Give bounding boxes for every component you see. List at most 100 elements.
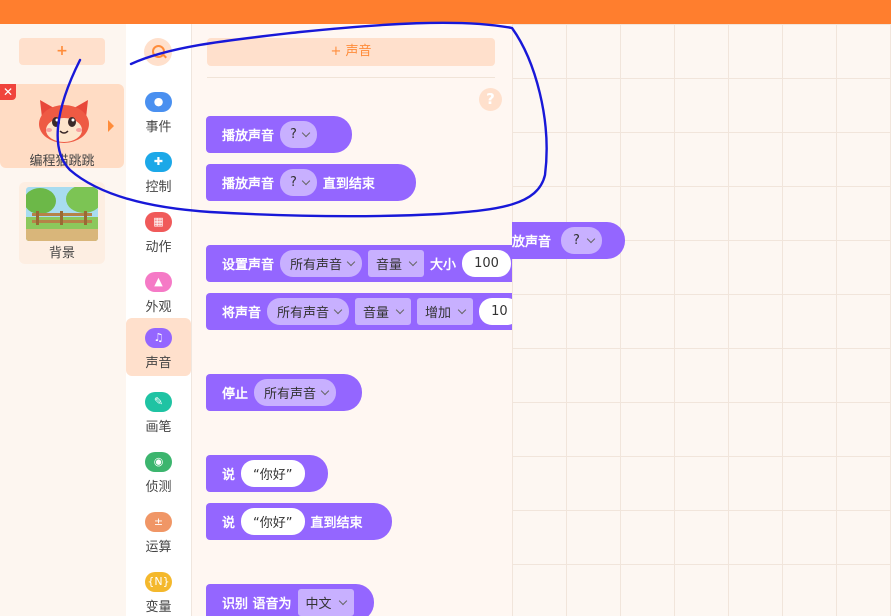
chevron-down-icon <box>457 305 467 315</box>
sound-property-select[interactable]: 音量 <box>368 250 425 277</box>
pen-icon: ✎ <box>145 392 172 412</box>
block-suffix: 直到结束 <box>310 516 363 531</box>
category-control[interactable]: ✚ 控制 <box>126 142 191 200</box>
chevron-down-icon <box>408 257 418 267</box>
category-label: 侦测 <box>145 480 172 495</box>
select-value: 音量 <box>363 306 390 321</box>
block-suffix: 直到结束 <box>322 177 375 192</box>
category-label: 运算 <box>145 540 172 555</box>
sensing-icon: ◉ <box>145 452 172 472</box>
block-label: 将声音 <box>222 306 262 321</box>
category-label: 画笔 <box>145 420 172 435</box>
background-card[interactable]: 背景 <box>19 182 105 264</box>
block-label: 播放声音 <box>222 129 275 144</box>
block-label: 说 <box>222 516 236 531</box>
block-label: 播放声音 <box>222 177 275 192</box>
operation-select[interactable]: 增加 <box>417 298 474 325</box>
select-value: ? <box>573 233 580 248</box>
search-icon[interactable] <box>144 38 172 66</box>
operators-icon: ± <box>145 512 172 532</box>
sound-select[interactable]: ? <box>280 121 317 148</box>
category-label: 控制 <box>145 180 172 195</box>
category-label: 事件 <box>145 120 172 135</box>
chevron-down-icon <box>301 176 311 186</box>
block-label: 放声音 <box>512 235 552 250</box>
block-label: 设置声音 <box>222 258 275 273</box>
block-label: 说 <box>222 468 236 483</box>
motion-icon: ▦ <box>145 212 172 232</box>
category-pen[interactable]: ✎ 画笔 <box>126 382 191 440</box>
looks-icon: ▲ <box>145 272 172 292</box>
select-value: 音量 <box>376 258 403 273</box>
say-until-done-block[interactable]: 说 “你好” 直到结束 <box>206 503 392 540</box>
size-input[interactable]: 100 <box>462 250 511 277</box>
cat-sprite-thumbnail <box>39 100 89 143</box>
chevron-down-icon <box>395 305 405 315</box>
sprite-card[interactable]: ✕ 编程猫跳跳 <box>0 84 124 169</box>
sound-icon: ♫ <box>145 328 172 348</box>
control-icon: ✚ <box>145 152 172 172</box>
palette-divider <box>207 77 495 78</box>
category-looks[interactable]: ▲ 外观 <box>126 262 191 320</box>
select-value: 中文 <box>305 597 332 612</box>
category-label: 声音 <box>145 356 172 371</box>
category-sound[interactable]: ♫ 声音 <box>126 318 191 376</box>
block-palette: + 声音 ? 播放声音 ? 播放声音 ? 直到结束 设置声音 所有声音 音量 大… <box>192 24 512 616</box>
category-column: ● 事件 ✚ 控制 ▦ 动作 ▲ 外观 ♫ 声音 ✎ 画笔 ◉ 侦测 ± 运算 … <box>126 24 192 616</box>
top-bar <box>0 0 891 24</box>
events-icon: ● <box>145 92 172 112</box>
stop-sound-block[interactable]: 停止 所有声音 <box>206 374 362 411</box>
say-block[interactable]: 说 “你好” <box>206 455 328 492</box>
sound-target-select[interactable]: 所有声音 <box>267 298 350 325</box>
variables-icon: {N} <box>145 572 172 592</box>
play-sound-block[interactable]: 播放声音 ? <box>206 116 352 153</box>
language-select[interactable]: 中文 <box>297 589 354 616</box>
select-value: 所有声音 <box>264 387 317 402</box>
background-thumbnail <box>26 187 98 241</box>
code-workspace[interactable]: 放声音 ? <box>512 24 891 616</box>
help-icon[interactable]: ? <box>479 88 502 111</box>
category-motion[interactable]: ▦ 动作 <box>126 202 191 260</box>
expand-arrow-icon[interactable] <box>108 120 114 132</box>
sound-target-select[interactable]: 所有声音 <box>254 379 337 406</box>
sound-select[interactable]: ? <box>280 169 317 196</box>
select-value: 所有声音 <box>290 258 343 273</box>
select-value: ? <box>290 127 297 142</box>
background-name: 背景 <box>48 246 75 261</box>
chevron-down-icon <box>338 596 347 606</box>
block-label: 识别 语音为 <box>222 597 292 612</box>
recognize-speech-block[interactable]: 识别 语音为 中文 <box>206 584 374 616</box>
sprite-panel: + ✕ 编程猫跳跳 背景 <box>0 24 126 616</box>
sprite-name: 编程猫跳跳 <box>29 154 95 169</box>
play-sound-until-done-block[interactable]: 播放声音 ? 直到结束 <box>206 164 416 201</box>
category-label: 外观 <box>145 300 172 315</box>
chevron-down-icon <box>320 386 330 396</box>
category-label: 动作 <box>145 240 172 255</box>
say-text-input[interactable]: “你好” <box>241 508 305 535</box>
select-value: 增加 <box>425 306 452 321</box>
category-sensing[interactable]: ◉ 侦测 <box>126 442 191 500</box>
amount-input[interactable]: 10 <box>479 298 512 325</box>
block-label: 大小 <box>430 258 457 273</box>
category-variables[interactable]: {N} 变量 <box>126 562 191 616</box>
category-operators[interactable]: ± 运算 <box>126 502 191 560</box>
add-sprite-button[interactable]: + <box>19 38 105 65</box>
workspace-play-sound-block[interactable]: 放声音 ? <box>512 222 625 259</box>
say-text-input[interactable]: “你好” <box>241 460 305 487</box>
change-sound-block[interactable]: 将声音 所有声音 音量 增加 10 <box>206 293 512 330</box>
category-events[interactable]: ● 事件 <box>126 82 191 140</box>
add-sound-button[interactable]: + 声音 <box>207 38 495 66</box>
select-value: ? <box>290 175 297 190</box>
sound-select[interactable]: ? <box>561 227 602 254</box>
delete-sprite-icon[interactable]: ✕ <box>0 84 16 100</box>
chevron-down-icon <box>586 234 596 244</box>
sound-property-select[interactable]: 音量 <box>355 298 412 325</box>
sound-target-select[interactable]: 所有声音 <box>280 250 363 277</box>
block-label: 停止 <box>222 387 249 402</box>
chevron-down-icon <box>346 257 356 267</box>
select-value: 所有声音 <box>277 306 330 321</box>
category-label: 变量 <box>145 600 172 615</box>
chevron-down-icon <box>301 128 311 138</box>
set-sound-block[interactable]: 设置声音 所有声音 音量 大小 100 <box>206 245 512 282</box>
chevron-down-icon <box>333 305 343 315</box>
